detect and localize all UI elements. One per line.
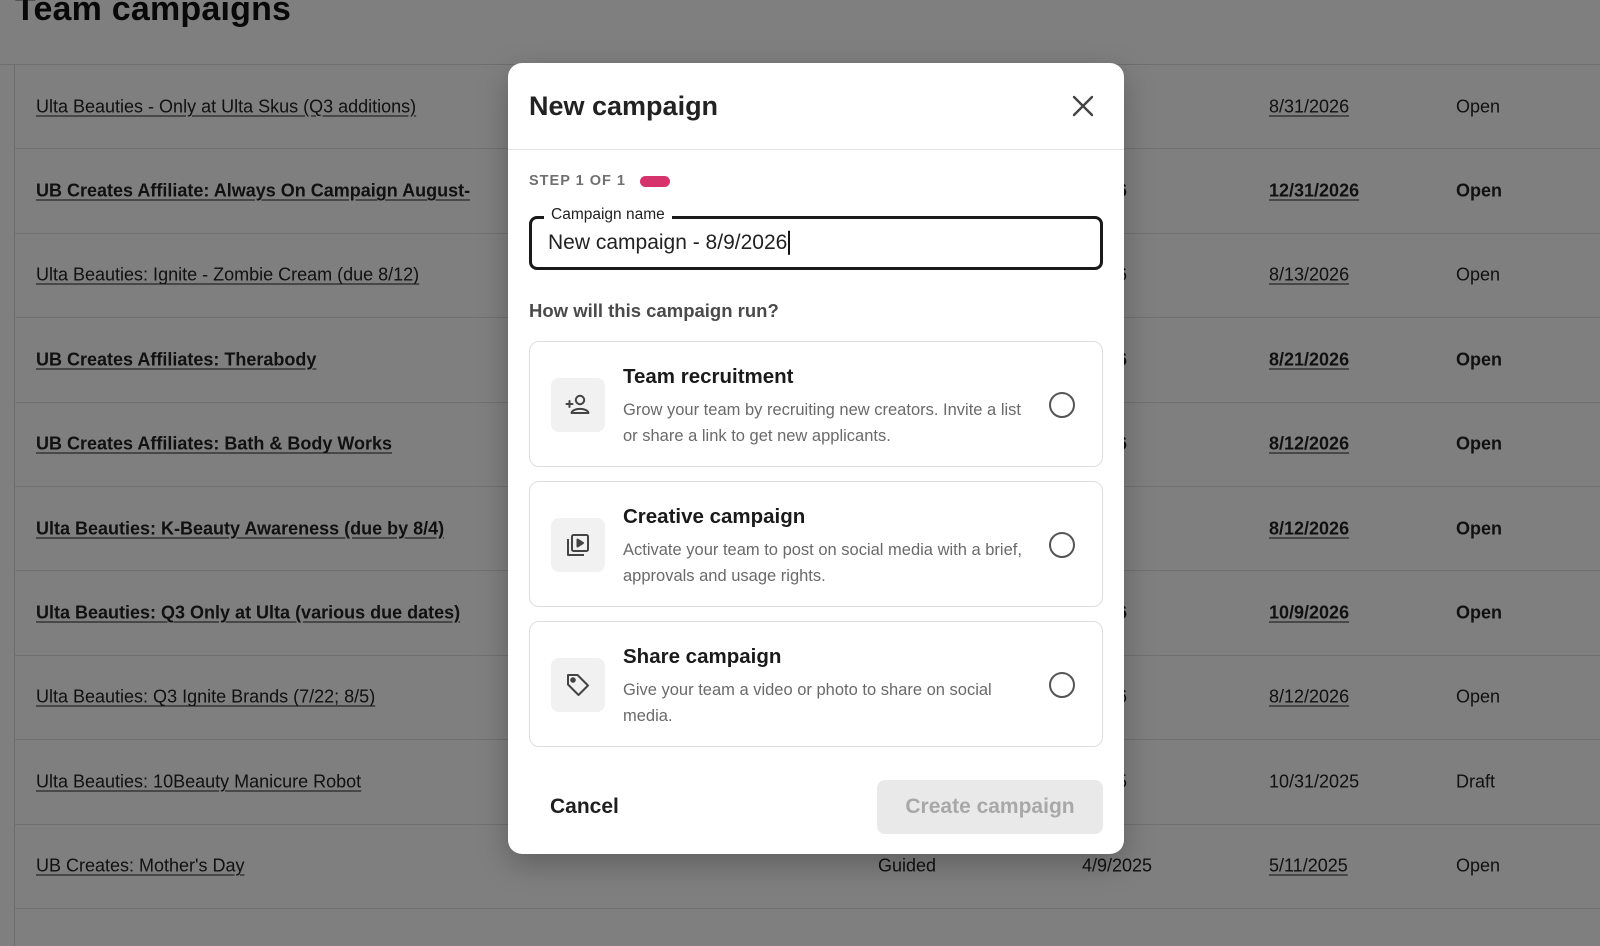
option-radio[interactable] [1049,532,1075,558]
campaign-name-label: Campaign name [544,206,672,224]
new-campaign-dialog: New campaign STEP 1 OF 1 Campaign name N… [508,63,1124,854]
run-type-question: How will this campaign run? [529,300,779,321]
option-team-recruitment[interactable]: Team recruitment Grow your team by recru… [529,341,1103,467]
close-button[interactable] [1068,91,1098,121]
text-caret [788,231,791,256]
cancel-button[interactable]: Cancel [529,780,640,834]
dialog-title: New campaign [529,91,719,121]
step-label: STEP 1 OF 1 [529,173,626,189]
campaign-name-value: New campaign - 8/9/2026 [548,230,788,254]
option-radio[interactable] [1049,392,1075,418]
dialog-header: New campaign [508,63,1124,150]
option-description: Grow your team by recruiting new creator… [623,401,1021,445]
option-description: Give your team a video or photo to share… [623,681,992,725]
person-add-icon [551,378,605,432]
campaign-name-input[interactable]: New campaign - 8/9/2026 [548,230,791,256]
step-indicator: STEP 1 OF 1 [529,173,670,189]
campaign-name-field[interactable]: Campaign name New campaign - 8/9/2026 [529,206,1103,270]
option-radio[interactable] [1049,672,1075,698]
tag-icon [551,658,605,712]
option-creative-campaign[interactable]: Creative campaign Activate your team to … [529,481,1103,607]
step-progress-pill [639,175,670,187]
create-campaign-button[interactable]: Create campaign [877,780,1103,834]
video-library-icon [551,518,605,572]
option-share-campaign[interactable]: Share campaign Give your team a video or… [529,621,1103,747]
option-title: Team recruitment [623,365,794,388]
close-icon [1072,95,1094,117]
option-title: Creative campaign [623,505,806,528]
option-title: Share campaign [623,645,782,668]
option-description: Activate your team to post on social med… [623,541,1022,585]
